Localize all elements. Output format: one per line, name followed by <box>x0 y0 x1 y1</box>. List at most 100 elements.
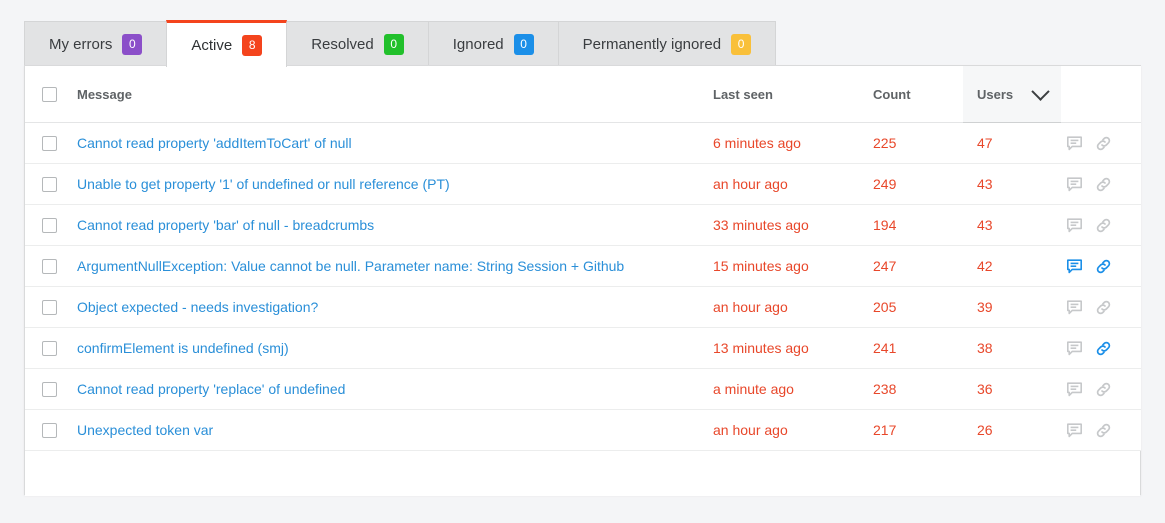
count-value: 238 <box>873 368 963 410</box>
users-value: 47 <box>963 122 1061 164</box>
row-checkbox[interactable] <box>42 218 57 234</box>
table-row[interactable]: Cannot read property 'addItemToCart' of … <box>25 122 1141 164</box>
last-seen-value: a minute ago <box>713 368 873 410</box>
tab-count-badge: 0 <box>731 33 752 55</box>
table-row[interactable]: Cannot read property 'replace' of undefi… <box>25 368 1141 410</box>
error-message-cell: Cannot read property 'bar' of null - bre… <box>77 204 713 246</box>
row-actions-cell <box>1061 286 1141 328</box>
error-message-link[interactable]: Cannot read property 'bar' of null - bre… <box>77 217 374 233</box>
table-row[interactable]: Unexpected token var an hour ago 217 26 <box>25 409 1141 451</box>
link-icon[interactable] <box>1094 421 1113 440</box>
tab-count-badge: 8 <box>242 34 263 56</box>
tab-label: Permanently ignored <box>582 35 722 53</box>
count-value: 217 <box>873 409 963 451</box>
table-row[interactable]: Object expected - needs investigation? an… <box>25 286 1141 328</box>
column-header-message[interactable]: Message <box>77 66 713 123</box>
table-row[interactable]: ArgumentNullException: Value cannot be n… <box>25 245 1141 287</box>
comment-icon[interactable] <box>1065 380 1084 399</box>
table-row[interactable]: Unable to get property '1' of undefined … <box>25 163 1141 205</box>
tab-permanently-ignored[interactable]: Permanently ignored 0 <box>557 21 777 66</box>
error-message-cell: ArgumentNullException: Value cannot be n… <box>77 245 713 287</box>
error-message-link[interactable]: Object expected - needs investigation? <box>77 299 318 315</box>
error-dashboard-page: My errors 0 Active 8 Resolved 0 Ignored 0 Perman… <box>0 0 1165 523</box>
count-value: 194 <box>873 204 963 246</box>
row-checkbox[interactable] <box>42 423 57 439</box>
users-value: 39 <box>963 286 1061 328</box>
last-seen-value: an hour ago <box>713 409 873 451</box>
users-value: 26 <box>963 409 1061 451</box>
row-actions-cell <box>1061 163 1141 205</box>
tab-label: My errors <box>49 35 113 53</box>
row-select-cell <box>25 245 77 287</box>
tab-label: Ignored <box>452 35 504 53</box>
comment-icon[interactable] <box>1065 421 1084 440</box>
row-select-cell <box>25 163 77 205</box>
tab-active[interactable]: Active 8 <box>166 20 288 67</box>
comment-icon[interactable] <box>1065 298 1084 317</box>
comment-icon[interactable] <box>1065 175 1084 194</box>
tab-resolved[interactable]: Resolved 0 <box>286 21 429 66</box>
error-message-cell: Unexpected token var <box>77 409 713 451</box>
row-actions-cell <box>1061 204 1141 246</box>
users-value: 43 <box>963 204 1061 246</box>
column-header-actions <box>1061 66 1141 123</box>
link-icon[interactable] <box>1094 339 1113 358</box>
errors-card: Message Last seen Count Users Cannot rea… <box>24 65 1141 496</box>
tab-ignored[interactable]: Ignored 0 <box>427 21 559 66</box>
row-checkbox[interactable] <box>42 300 57 316</box>
row-checkbox[interactable] <box>42 341 57 357</box>
column-header-users[interactable]: Users <box>963 66 1061 123</box>
column-header-last-seen[interactable]: Last seen <box>713 66 873 123</box>
users-value: 42 <box>963 245 1061 287</box>
row-checkbox[interactable] <box>42 177 57 193</box>
error-message-cell: confirmElement is undefined (smj) <box>77 327 713 369</box>
link-icon[interactable] <box>1094 134 1113 153</box>
error-message-link[interactable]: Cannot read property 'replace' of undefi… <box>77 381 345 397</box>
last-seen-value: 15 minutes ago <box>713 245 873 287</box>
last-seen-value: an hour ago <box>713 286 873 328</box>
row-checkbox[interactable] <box>42 382 57 398</box>
comment-icon[interactable] <box>1065 339 1084 358</box>
error-message-cell: Object expected - needs investigation? <box>77 286 713 328</box>
row-select-cell <box>25 286 77 328</box>
error-message-link[interactable]: Unable to get property '1' of undefined … <box>77 176 450 192</box>
column-header-count[interactable]: Count <box>873 66 963 123</box>
link-icon[interactable] <box>1094 298 1113 317</box>
tab-my-errors[interactable]: My errors 0 <box>24 21 168 66</box>
last-seen-value: an hour ago <box>713 163 873 205</box>
row-actions-cell <box>1061 122 1141 164</box>
error-message-cell: Unable to get property '1' of undefined … <box>77 163 713 205</box>
comment-icon[interactable] <box>1065 257 1084 276</box>
select-all-checkbox[interactable] <box>42 87 57 103</box>
error-message-link[interactable]: ArgumentNullException: Value cannot be n… <box>77 258 624 274</box>
errors-table: Message Last seen Count Users Cannot rea… <box>25 66 1141 451</box>
error-message-link[interactable]: confirmElement is undefined (smj) <box>77 340 289 356</box>
table-row[interactable]: Cannot read property 'bar' of null - bre… <box>25 204 1141 246</box>
last-seen-value: 6 minutes ago <box>713 122 873 164</box>
users-value: 43 <box>963 163 1061 205</box>
link-icon[interactable] <box>1094 257 1113 276</box>
error-message-link[interactable]: Cannot read property 'addItemToCart' of … <box>77 135 352 151</box>
users-value: 36 <box>963 368 1061 410</box>
tab-label: Resolved <box>311 35 374 53</box>
column-header-users-label: Users <box>977 86 1014 102</box>
comment-icon[interactable] <box>1065 134 1084 153</box>
link-icon[interactable] <box>1094 216 1113 235</box>
table-body: Cannot read property 'addItemToCart' of … <box>25 122 1141 451</box>
row-checkbox[interactable] <box>42 259 57 275</box>
table-row[interactable]: confirmElement is undefined (smj) 13 minu… <box>25 327 1141 369</box>
row-select-cell <box>25 204 77 246</box>
link-icon[interactable] <box>1094 380 1113 399</box>
link-icon[interactable] <box>1094 175 1113 194</box>
users-value: 38 <box>963 327 1061 369</box>
row-actions-cell <box>1061 327 1141 369</box>
row-actions-cell <box>1061 245 1141 287</box>
table-header-row: Message Last seen Count Users <box>25 66 1141 123</box>
table-header: Message Last seen Count Users <box>25 66 1141 123</box>
comment-icon[interactable] <box>1065 216 1084 235</box>
error-message-link[interactable]: Unexpected token var <box>77 422 213 438</box>
tab-count-badge: 0 <box>383 33 404 55</box>
select-all-header <box>25 66 77 123</box>
row-checkbox[interactable] <box>42 136 57 152</box>
row-select-cell <box>25 122 77 164</box>
